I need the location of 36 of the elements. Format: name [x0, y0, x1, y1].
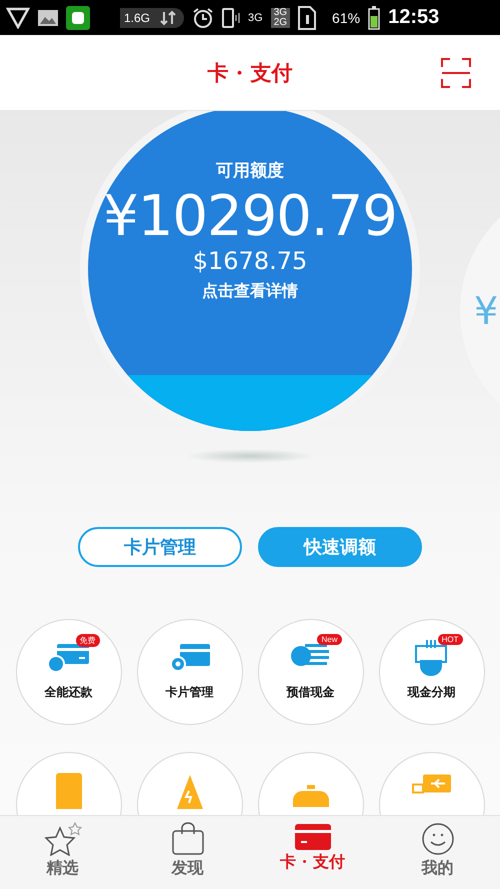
- nav-tab[interactable]: 我的: [375, 816, 500, 889]
- balance-circle[interactable]: 可用额度 ¥10290.79 $1678.75 点击查看详情: [88, 111, 412, 431]
- card-icon: [294, 822, 330, 850]
- battery-level: 61%: [332, 10, 360, 26]
- lightning-icon: [174, 773, 204, 809]
- action-button[interactable]: 快速调额: [258, 527, 422, 567]
- stars-icon: [42, 822, 82, 856]
- data-usage-indicator: 1.6G: [120, 8, 184, 28]
- phone-icon: [54, 773, 84, 809]
- signal-indicator: 3G 2G: [270, 8, 290, 28]
- shopping-bag-icon: [170, 822, 204, 856]
- page-title: 卡 · 支付: [208, 58, 292, 86]
- service-button[interactable]: 卡片管理: [136, 619, 242, 725]
- plane-ticket-icon: [412, 773, 452, 794]
- nav-tab[interactable]: 卡 · 支付: [250, 816, 375, 889]
- network-type: 3G: [248, 12, 263, 24]
- transfer-arrows-icon: [160, 10, 176, 26]
- shield-icon: [6, 6, 30, 28]
- smiley-icon: [420, 822, 454, 856]
- service-badge: HOT: [438, 634, 462, 645]
- phone-speaker-icon: [222, 6, 240, 28]
- nav-tab[interactable]: 精选: [0, 816, 125, 889]
- service-badge: New: [317, 634, 342, 645]
- nav-tab[interactable]: 发现: [125, 816, 250, 889]
- service-button[interactable]: New 预借现金: [258, 619, 364, 725]
- app-icon: [66, 6, 90, 30]
- service-badge: 免费: [76, 634, 100, 647]
- image-icon: [38, 10, 58, 26]
- service-button[interactable]: HOT 现金分期: [378, 619, 484, 725]
- clock-time: 12:53: [388, 6, 440, 29]
- sim-alert-icon: [298, 6, 316, 30]
- scan-icon[interactable]: [440, 57, 472, 89]
- alarm-clock-icon: [192, 6, 214, 28]
- service-button[interactable]: 免费 全能还款: [16, 619, 122, 725]
- action-button[interactable]: 卡片管理: [78, 527, 242, 567]
- battery-icon: [368, 6, 380, 30]
